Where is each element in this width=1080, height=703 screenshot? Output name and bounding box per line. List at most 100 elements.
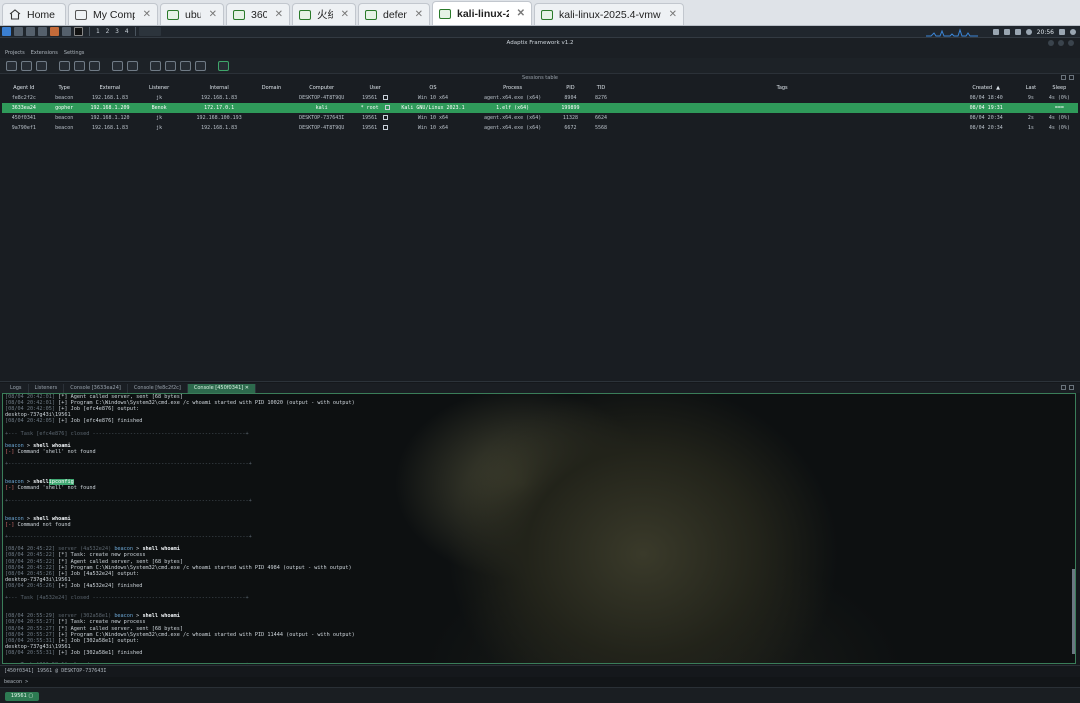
window-icon[interactable] [138,27,161,36]
column-header-computer[interactable]: Computer [286,83,358,93]
session-cell-computer: DESKTOP-4T8T9QU [299,95,345,101]
column-header-created[interactable]: Created ▲ [951,83,1021,93]
app-icon[interactable] [62,27,71,36]
column-header-internal[interactable]: Internal [181,83,257,93]
console-text-err: [-] [5,521,18,528]
text-editor-icon[interactable] [38,27,47,36]
console-scrollbar[interactable] [1072,569,1075,654]
session-cell-internal: 172.17.0.1 [180,103,258,113]
console-text-info: [*] Agent called server, sent [68 bytes] [58,625,184,632]
lock-icon[interactable] [1059,29,1065,35]
column-header-agent[interactable]: Agent Id [2,83,46,93]
vm-tab-0[interactable]: Home [2,3,66,25]
terminal-icon[interactable] [14,27,23,36]
close-tab-icon[interactable]: ✕ [341,9,349,20]
session-row[interactable]: 9a790ef1 beacon 192.168.1.83 jk 192.168.1.83… [2,123,1078,133]
listeners-icon[interactable] [21,60,32,71]
bottom-tab-2[interactable]: Console [3633ea24] [64,384,128,393]
workspace-1[interactable]: 1 [96,28,100,35]
column-header-os[interactable]: OS [393,83,474,93]
bottom-tab-4[interactable]: Console [450f0341] ✕ [187,384,256,393]
file-manager-icon[interactable] [26,27,35,36]
linux-icon [384,105,390,110]
session-cell-process: agent.x64.exe (x64) [484,95,542,101]
bottom-tab-3[interactable]: Console [fe8c2f2c] [128,384,188,393]
column-header-process[interactable]: Process [473,83,552,93]
workspace-4[interactable]: 4 [125,28,129,35]
network-icon[interactable] [1003,29,1010,35]
column-header-user[interactable]: User [358,83,393,93]
close-button[interactable] [1068,40,1074,46]
close-panel-icon[interactable] [1069,385,1074,390]
workspace-3[interactable]: 3 [115,28,119,35]
column-header-listener[interactable]: Listener [137,83,181,93]
terminal-window-icon[interactable] [74,27,83,36]
console-text-info: Command 'shell' not found [17,448,96,455]
vm-tab-7[interactable]: kali-linux-2025.4-vmware-amd64 ✕ [534,3,684,25]
float-icon[interactable] [1061,75,1066,80]
headphones-icon[interactable] [36,60,47,71]
sessions-list-icon[interactable] [59,60,70,71]
console-text-ts: [08/04 20:42:01] [5,394,59,400]
console-text-info: [+] Job [efc4e876] output: [58,406,140,413]
column-header-sleep[interactable]: Sleep [1041,83,1078,93]
session-row[interactable]: 450f0341 beacon 192.168.1.120 jk 192.168.100… [2,113,1078,123]
console-output[interactable]: [08/04 20:42:01] [*] Agent called server… [2,393,1076,664]
bottom-tab-0[interactable]: Logs [4,384,29,393]
session-button[interactable]: 19561 ▢ [5,692,39,701]
session-row[interactable]: fe8c2f2c beacon 192.168.1.83 jk 192.168.1.83… [2,93,1078,103]
storage-icon[interactable] [195,60,206,71]
close-tab-icon[interactable]: ✕ [209,9,217,20]
close-tab-icon[interactable]: ✕ [415,9,423,20]
bottom-tab-1[interactable]: Listeners [29,384,65,393]
keyboard-icon[interactable] [127,60,138,71]
menu-settings[interactable]: Settings [64,49,85,58]
notification-icon[interactable] [1014,29,1021,35]
session-cell-created: 08/04 20:34 [969,125,1003,131]
screenshots-icon[interactable] [165,60,176,71]
command-input[interactable]: beacon > [0,677,1080,687]
credentials-icon[interactable] [180,60,191,71]
display-icon[interactable] [992,29,999,35]
logs-icon[interactable] [6,60,17,71]
vm-tab-6[interactable]: kali-linux-2023.1 ✕ [432,1,532,25]
close-panel-icon[interactable] [1069,75,1074,80]
console-text-sep: +---------------------------------------… [5,461,252,468]
session-cell-process: agent.x64.exe (x64) [484,125,542,131]
workspace-2[interactable]: 2 [106,28,110,35]
vm-tab-label: kali-linux-2023.1 [457,7,509,20]
close-tab-icon[interactable]: ✕ [669,9,677,20]
targets-icon[interactable] [89,60,100,71]
maximize-button[interactable] [1058,40,1064,46]
vm-tab-5[interactable]: defender ✕ [358,3,430,25]
float-icon[interactable] [1061,385,1066,390]
power-icon[interactable] [1070,29,1076,35]
app-menu-icon[interactable] [2,27,11,36]
menu-projects[interactable]: Projects [5,49,25,58]
close-tab-icon[interactable]: ✕ [517,8,525,19]
session-row[interactable]: 3633ea24 gopher 192.168.1.209 Benok 172.17.0… [2,103,1078,113]
vm-tab-1[interactable]: My Computer ✕ [68,3,158,25]
console-text-info: [*] Task: create new process [58,619,146,626]
close-tab-icon[interactable]: ✕ [143,9,151,20]
close-tab-icon[interactable]: ✕ [275,9,283,20]
graph-icon[interactable] [74,60,85,71]
close-tab-icon[interactable]: ✕ [243,385,249,391]
column-header-pid[interactable]: PID [552,83,589,93]
downloads-icon[interactable] [150,60,161,71]
console-text-info: desktop-737g43i\19561 [5,412,71,419]
column-header-tid[interactable]: TID [589,83,613,93]
column-header-tags[interactable]: Tags [613,83,951,93]
vm-tab-4[interactable]: 火绒 ✕ [292,3,356,25]
vm-tab-2[interactable]: ubuntu ✕ [160,3,224,25]
minimize-button[interactable] [1048,40,1054,46]
browser-icon[interactable] [50,27,59,36]
link-icon[interactable] [218,60,229,71]
column-header-type[interactable]: Type [46,83,83,93]
vm-tab-3[interactable]: 360杀软 ✕ [226,3,290,25]
column-header-domain[interactable]: Domain [257,83,285,93]
tasks-icon[interactable] [112,60,123,71]
column-header-last[interactable]: Last [1021,83,1041,93]
column-header-external[interactable]: External [83,83,138,93]
menu-extensions[interactable]: Extensions [31,49,58,58]
